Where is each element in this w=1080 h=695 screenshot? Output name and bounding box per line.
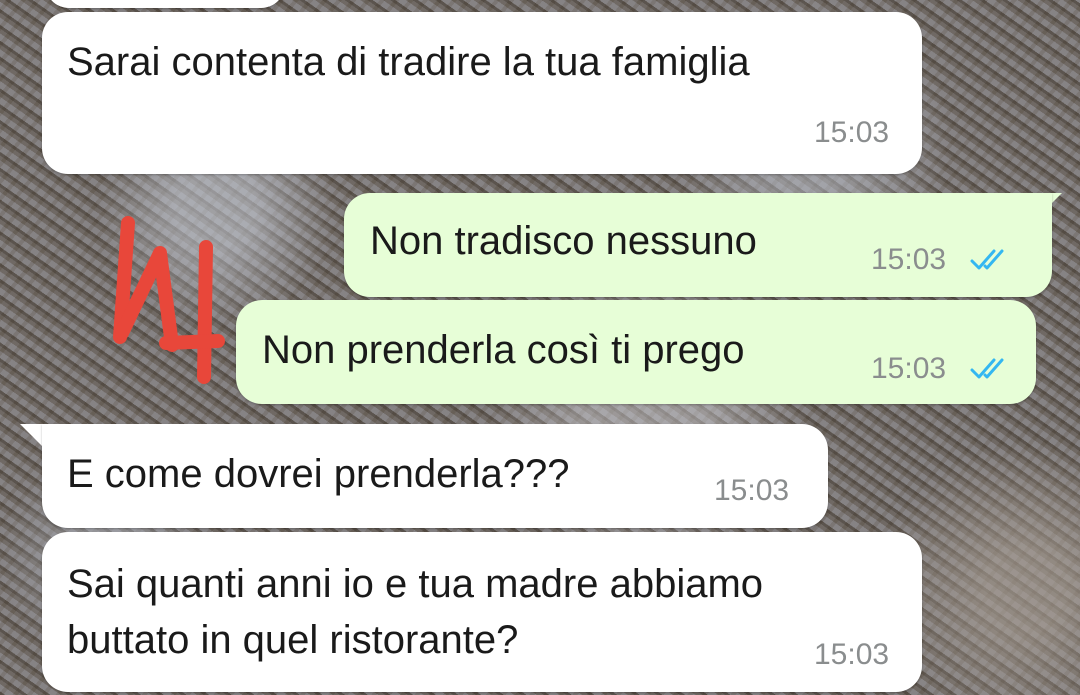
message-timestamp: 15:03 (714, 474, 790, 507)
message-text-line: buttato in quel ristorante? (67, 618, 519, 662)
message-bubble-partial[interactable] (45, 0, 285, 8)
double-check-icon (970, 358, 1004, 379)
message-timestamp: 15:03 (871, 352, 947, 385)
message-text: Non prenderla così ti prego (262, 328, 745, 372)
message-text: E come dovrei prenderla??? (67, 452, 570, 496)
message-bubble-incoming[interactable]: E come dovrei prenderla??? 15:03 (42, 424, 828, 528)
message-bubble-outgoing[interactable]: Non tradisco nessuno 15:03 (344, 193, 1052, 297)
message-text: Non tradisco nessuno (370, 219, 757, 263)
message-timestamp: 15:03 (814, 116, 890, 149)
red-scribble-annotation (113, 216, 225, 384)
message-bubble-incoming[interactable]: Sai quanti anni io e tua madre abbiamo b… (42, 532, 922, 692)
message-bubble-incoming[interactable]: Sarai contenta di tradire la tua famigli… (42, 12, 922, 174)
double-check-icon (970, 249, 1004, 270)
message-timestamp: 15:03 (871, 243, 947, 276)
message-timestamp: 15:03 (814, 638, 890, 671)
message-bubble-outgoing[interactable]: Non prenderla così ti prego 15:03 (236, 300, 1036, 404)
message-text-line: Sai quanti anni io e tua madre abbiamo (67, 562, 764, 606)
message-text: Sarai contenta di tradire la tua famigli… (67, 40, 750, 84)
bubble-tail (20, 424, 42, 446)
